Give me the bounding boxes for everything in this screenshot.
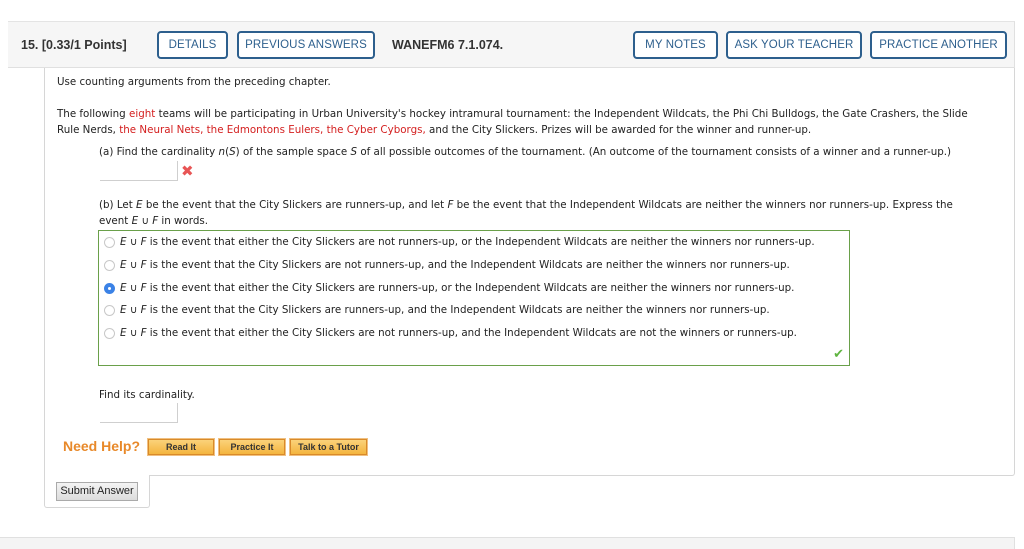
choice-option-5[interactable]: E ∪ F is the event that either the City … [104, 326, 844, 342]
choice-option-2[interactable]: E ∪ F is the event that the City Slicker… [104, 258, 844, 274]
previous-answers-button[interactable]: PREVIOUS ANSWERS [237, 31, 375, 59]
team-names-highlight: the Neural Nets, the Edmontons Eulers, t… [119, 124, 426, 136]
talk-to-tutor-button[interactable]: Talk to a Tutor [289, 438, 368, 456]
radio-button[interactable] [104, 237, 115, 248]
question-number: 15. [21, 38, 39, 52]
read-it-button[interactable]: Read It [147, 438, 215, 456]
question-points: [0.33/1 Points] [41, 38, 127, 52]
submit-answer-button[interactable]: Submit Answer [56, 482, 138, 501]
practice-it-button[interactable]: Practice It [218, 438, 286, 456]
next-question-bar [0, 537, 1015, 549]
check-mark-icon: ✔ [833, 347, 844, 362]
team-count-highlight: eight [129, 108, 156, 120]
find-cardinality-label: Find its cardinality. [99, 389, 195, 401]
need-help-label: Need Help? [63, 438, 141, 454]
question-number-points: 15. [0.33/1 Points] [21, 38, 127, 52]
ask-your-teacher-button[interactable]: ASK YOUR TEACHER [726, 31, 862, 59]
radio-button[interactable] [104, 328, 115, 339]
my-notes-button[interactable]: MY NOTES [633, 31, 718, 59]
radio-button[interactable] [104, 260, 115, 271]
part-a-answer-input[interactable] [100, 161, 178, 181]
radio-button-selected[interactable] [104, 283, 115, 294]
x-mark-icon: ✖ [181, 162, 194, 180]
practice-another-button[interactable]: PRACTICE ANOTHER [870, 31, 1007, 59]
intro-line-1: The following eight teams will be partic… [57, 108, 968, 120]
part-b-choices: E ∪ F is the event that either the City … [98, 230, 850, 366]
question-header: 15. [0.33/1 Points] DETAILS PREVIOUS ANS… [8, 21, 1015, 68]
part-a-prompt: (a) Find the cardinality n(S) of the sam… [99, 146, 952, 158]
choice-option-1[interactable]: E ∪ F is the event that either the City … [104, 235, 844, 251]
choice-option-3[interactable]: E ∪ F is the event that either the City … [104, 281, 844, 297]
instruction-text: Use counting arguments from the precedin… [57, 76, 331, 88]
question-code: WANEFM6 7.1.074. [392, 38, 504, 52]
intro-line-2: Rule Nerds, the Neural Nets, the Edmonto… [57, 124, 812, 136]
part-b-prompt-line-2: event E ∪ F in words. [99, 215, 209, 227]
choice-option-4[interactable]: E ∪ F is the event that the City Slicker… [104, 303, 844, 319]
part-b-cardinality-input[interactable] [100, 403, 178, 423]
details-button[interactable]: DETAILS [157, 31, 228, 59]
part-b-prompt-line-1: (b) Let E be the event that the City Sli… [99, 199, 953, 211]
radio-button[interactable] [104, 305, 115, 316]
